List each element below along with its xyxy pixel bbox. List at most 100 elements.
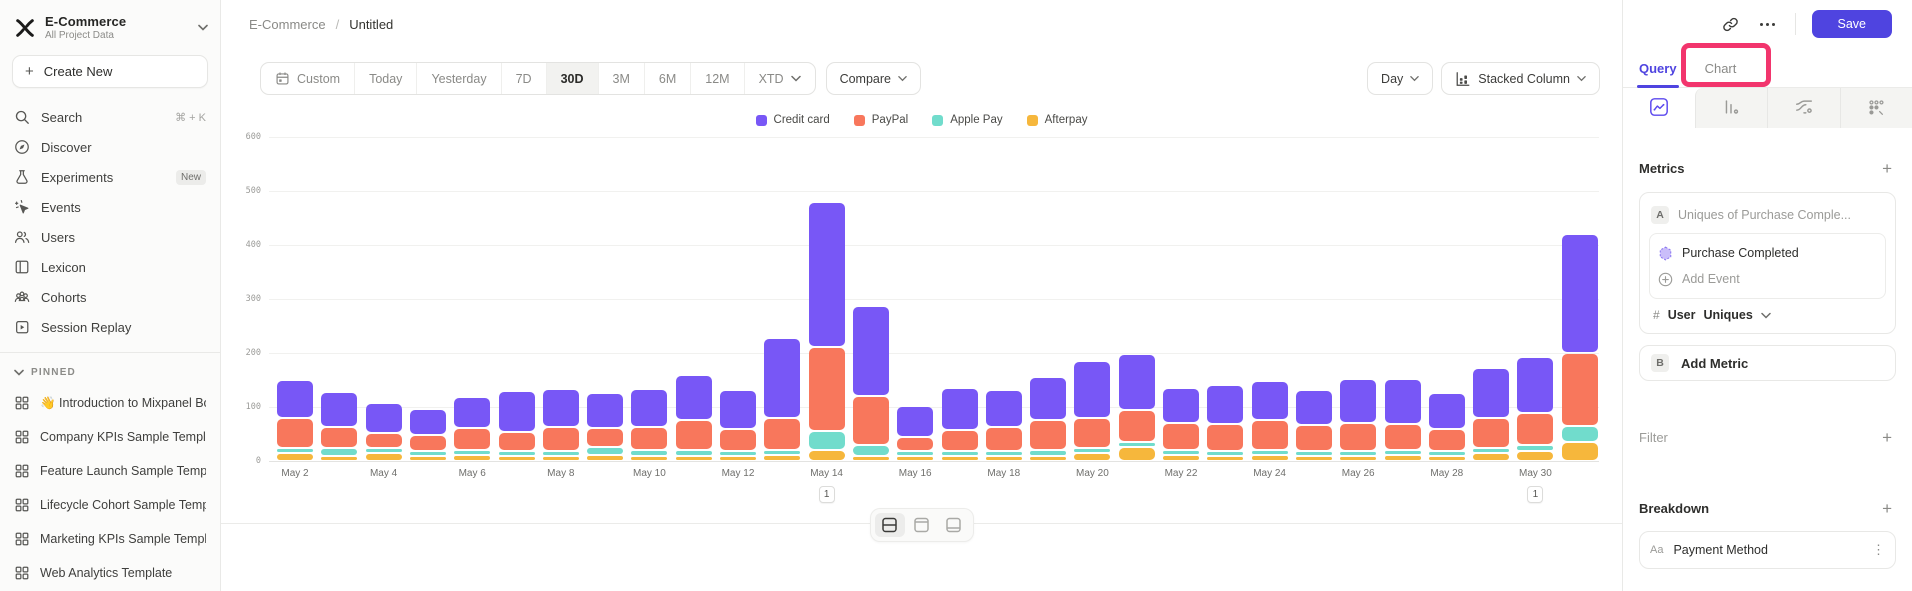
bar-segment-paypal[interactable]: [454, 429, 490, 449]
annotation-badge-may-14[interactable]: 1: [819, 486, 835, 503]
bar-segment-credit-card[interactable]: [764, 339, 800, 417]
bar-segment-afterpay[interactable]: [1473, 454, 1509, 460]
bar-segment-paypal[interactable]: [631, 428, 667, 449]
bar-segment-paypal[interactable]: [587, 429, 623, 446]
bar-segment-afterpay[interactable]: [454, 456, 490, 460]
pinned-board-marketing-kpis-sample-templat[interactable]: Marketing KPIs Sample Templat: [0, 522, 220, 556]
bar-segment-paypal[interactable]: [410, 436, 446, 450]
bar-may-12[interactable]: [720, 391, 756, 460]
breakdown-property-card[interactable]: Aa Payment Method ⋮: [1639, 531, 1896, 569]
sidebar-item-users[interactable]: Users: [0, 222, 220, 252]
bar-segment-paypal[interactable]: [1163, 424, 1199, 449]
bar-segment-credit-card[interactable]: [1119, 355, 1155, 409]
bar-segment-paypal[interactable]: [764, 419, 800, 449]
bar-segment-credit-card[interactable]: [277, 381, 313, 417]
bar-segment-credit-card[interactable]: [1030, 378, 1066, 419]
bar-segment-afterpay[interactable]: [1562, 443, 1598, 460]
bar-segment-paypal[interactable]: [1517, 414, 1553, 444]
bar-segment-apple-pay[interactable]: [986, 452, 1022, 455]
bar-segment-paypal[interactable]: [277, 419, 313, 447]
bar-segment-paypal[interactable]: [499, 433, 535, 450]
bar-segment-afterpay[interactable]: [1385, 456, 1421, 460]
bar-may-9[interactable]: [587, 394, 623, 460]
bar-segment-afterpay[interactable]: [410, 457, 446, 460]
add-metric-plus-icon[interactable]: +: [1878, 158, 1896, 179]
bar-segment-afterpay[interactable]: [1296, 457, 1332, 460]
layout-table-only-button[interactable]: [939, 513, 969, 537]
bar-segment-apple-pay[interactable]: [321, 449, 357, 455]
bar-may-11[interactable]: [676, 376, 712, 460]
bar-segment-apple-pay[interactable]: [1252, 451, 1288, 454]
bar-may-15[interactable]: [853, 307, 889, 460]
bar-segment-afterpay[interactable]: [942, 457, 978, 460]
date-range-6m[interactable]: 6M: [644, 63, 690, 94]
bar-may-4[interactable]: [366, 404, 402, 460]
bar-segment-credit-card[interactable]: [942, 389, 978, 429]
bar-segment-apple-pay[interactable]: [942, 452, 978, 455]
bar-segment-afterpay[interactable]: [321, 457, 357, 460]
bar-segment-credit-card[interactable]: [499, 392, 535, 431]
bar-may-20[interactable]: [1074, 362, 1110, 460]
date-range-custom[interactable]: Custom: [261, 63, 354, 94]
bar-may-7[interactable]: [499, 392, 535, 460]
bar-segment-credit-card[interactable]: [587, 394, 623, 427]
kebab-menu-icon[interactable]: ⋮: [1872, 546, 1885, 554]
bar-segment-afterpay[interactable]: [1429, 457, 1465, 460]
bar-may-16[interactable]: [897, 407, 933, 460]
bar-segment-paypal[interactable]: [1562, 354, 1598, 425]
bar-segment-paypal[interactable]: [1119, 411, 1155, 441]
bar-may-17[interactable]: [942, 389, 978, 460]
bar-segment-paypal[interactable]: [1074, 419, 1110, 447]
bar-segment-paypal[interactable]: [720, 430, 756, 450]
bar-may-30[interactable]: [1517, 358, 1553, 460]
bar-segment-afterpay[interactable]: [543, 457, 579, 460]
bar-segment-afterpay[interactable]: [853, 457, 889, 460]
bar-segment-paypal[interactable]: [1030, 421, 1066, 449]
bar-segment-apple-pay[interactable]: [1429, 452, 1465, 455]
bar-segment-credit-card[interactable]: [1074, 362, 1110, 417]
bar-segment-afterpay[interactable]: [676, 457, 712, 460]
bar-segment-apple-pay[interactable]: [853, 446, 889, 455]
pinned-board-web-analytics-template[interactable]: Web Analytics Template: [0, 556, 220, 590]
bar-segment-paypal[interactable]: [809, 348, 845, 430]
compare-button[interactable]: Compare: [826, 62, 921, 95]
bar-segment-apple-pay[interactable]: [1340, 452, 1376, 455]
bar-segment-paypal[interactable]: [986, 428, 1022, 450]
bar-segment-credit-card[interactable]: [1340, 380, 1376, 422]
bar-segment-credit-card[interactable]: [454, 398, 490, 427]
granularity-dropdown[interactable]: Day: [1367, 62, 1433, 95]
bar-segment-apple-pay[interactable]: [366, 449, 402, 452]
pinned-board-feature-launch-sample-templa[interactable]: Feature Launch Sample Templa: [0, 454, 220, 488]
bar-segment-apple-pay[interactable]: [454, 451, 490, 454]
date-range-12m[interactable]: 12M: [690, 63, 743, 94]
legend-item-credit-card[interactable]: Credit card: [756, 114, 830, 126]
bar-segment-apple-pay[interactable]: [410, 452, 446, 455]
bar-segment-credit-card[interactable]: [1163, 389, 1199, 422]
bar-may-29[interactable]: [1473, 369, 1509, 460]
sidebar-item-cohorts[interactable]: Cohorts: [0, 282, 220, 312]
bar-segment-apple-pay[interactable]: [720, 452, 756, 455]
event-row[interactable]: Purchase Completed: [1658, 240, 1877, 266]
bar-segment-credit-card[interactable]: [853, 307, 889, 395]
bar-segment-afterpay[interactable]: [1163, 456, 1199, 460]
breadcrumb-title[interactable]: Untitled: [349, 17, 393, 32]
bar-segment-afterpay[interactable]: [986, 457, 1022, 460]
bar-segment-paypal[interactable]: [942, 431, 978, 450]
bar-segment-paypal[interactable]: [1296, 426, 1332, 450]
bar-may-24[interactable]: [1252, 382, 1288, 460]
bar-segment-paypal[interactable]: [1429, 430, 1465, 450]
add-metric-card[interactable]: B Add Metric: [1639, 345, 1896, 381]
bar-segment-apple-pay[interactable]: [587, 448, 623, 454]
legend-item-paypal[interactable]: PayPal: [854, 114, 908, 126]
bar-segment-credit-card[interactable]: [321, 393, 357, 426]
bar-segment-apple-pay[interactable]: [1163, 451, 1199, 454]
bar-segment-apple-pay[interactable]: [631, 451, 667, 455]
bar-segment-paypal[interactable]: [321, 428, 357, 447]
bar-segment-afterpay[interactable]: [1207, 457, 1243, 460]
bar-segment-credit-card[interactable]: [1429, 394, 1465, 428]
date-range-today[interactable]: Today: [354, 63, 416, 94]
bar-segment-apple-pay[interactable]: [1562, 427, 1598, 441]
pinned-board-introduction-to-mixpanel-bo[interactable]: 👋 Introduction to Mixpanel Bo: [0, 386, 220, 420]
bar-segment-paypal[interactable]: [543, 428, 579, 450]
bar-may-26[interactable]: [1340, 380, 1376, 460]
